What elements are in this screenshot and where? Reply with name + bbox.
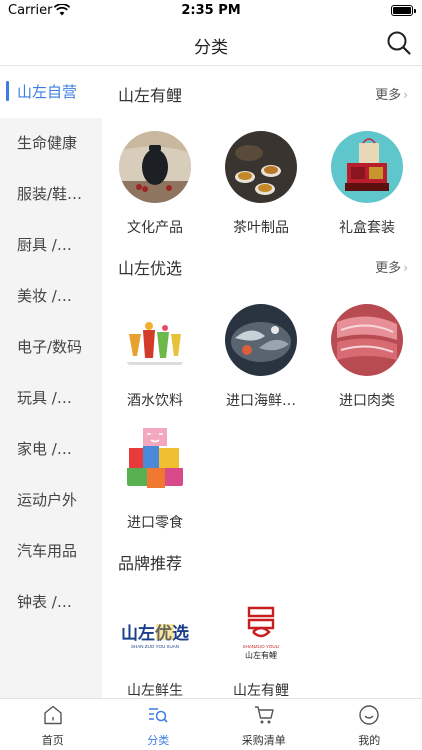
brand-logo: SHANZUO YOULI 山左有鲤 <box>221 596 301 668</box>
svg-text:山左优选: 山左优选 <box>121 623 189 643</box>
category-image <box>119 304 191 376</box>
navigation-bar: 分类 <box>0 22 422 66</box>
tab-bar: 首页 分类 采购清单 我的 <box>0 698 422 750</box>
tab-label: 采购清单 <box>241 734 286 747</box>
section-title: 山左有鲤 <box>118 86 183 105</box>
category-item[interactable]: 酒水饮料 <box>103 304 207 410</box>
status-bar: Carrier 2:35 PM <box>0 0 422 22</box>
category-label: 进口海鲜… <box>226 393 296 409</box>
svg-text:SHAN ZUO YOU XUAN: SHAN ZUO YOU XUAN <box>131 644 179 649</box>
sidebar-item-electronics[interactable]: 电子/数码 <box>0 322 102 373</box>
sidebar-item-appliances[interactable]: 家电 /… <box>0 424 102 475</box>
category-label: 文化产品 <box>127 220 183 236</box>
tab-category[interactable]: 分类 <box>106 699 212 750</box>
category-item[interactable]: 茶叶制品 <box>209 131 313 237</box>
category-image <box>119 426 191 498</box>
sidebar-item-health[interactable]: 生命健康 <box>0 118 102 169</box>
section-title: 山左优选 <box>118 259 183 278</box>
category-label: 进口零食 <box>127 515 183 531</box>
svg-text:山左有鲤: 山左有鲤 <box>245 650 277 660</box>
section-title: 品牌推荐 <box>118 554 183 573</box>
more-link[interactable]: 更多 › <box>375 257 408 276</box>
tab-purchase-list[interactable]: 采购清单 <box>211 699 317 750</box>
category-item[interactable]: 文化产品 <box>103 131 207 237</box>
sidebar-item-toys[interactable]: 玩具 /… <box>0 373 102 424</box>
tab-profile[interactable]: 我的 <box>317 699 422 750</box>
sidebar-item-kitchen[interactable]: 厨具 /… <box>0 220 102 271</box>
category-search-icon <box>149 708 168 723</box>
section-header: 山左优选 更多 › <box>118 253 408 278</box>
tab-home[interactable]: 首页 <box>0 699 106 750</box>
brand-label: 山左鲜生 <box>127 683 183 698</box>
category-label: 茶叶制品 <box>233 220 289 236</box>
category-label: 酒水饮料 <box>127 393 183 409</box>
sidebar-item-watches[interactable]: 钟表 /… <box>0 577 102 628</box>
status-time: 2:35 PM <box>181 3 241 18</box>
category-image <box>119 131 191 203</box>
category-image <box>225 304 297 376</box>
section-header: 品牌推荐 <box>118 548 408 573</box>
category-image <box>331 304 403 376</box>
sidebar-item-clothing[interactable]: 服装/鞋… <box>0 169 102 220</box>
category-label: 进口肉类 <box>339 393 395 409</box>
brand-logo: 山左优选 SHAN ZUO YOU XUAN <box>115 596 195 668</box>
chevron-right-icon: › <box>403 88 408 102</box>
sidebar-item-outdoor[interactable]: 运动户外 <box>0 475 102 526</box>
category-content: 山左有鲤 更多 › 文化产品 茶叶制品 礼盒套装 山左优选 更多 › 酒水饮料 … <box>102 67 422 698</box>
category-image <box>225 131 297 203</box>
smiley-icon <box>359 705 379 725</box>
svg-text:SHANZUO YOULI: SHANZUO YOULI <box>243 644 280 649</box>
tab-label: 分类 <box>147 734 170 747</box>
category-item[interactable]: 进口肉类 <box>315 304 419 410</box>
brand-label: 山左有鲤 <box>233 683 289 698</box>
brand-item[interactable]: SHANZUO YOULI 山左有鲤 山左有鲤 <box>209 596 313 698</box>
sidebar-item-auto[interactable]: 汽车用品 <box>0 526 102 577</box>
battery-icon <box>391 5 416 16</box>
more-link[interactable]: 更多 › <box>375 84 408 103</box>
brand-item[interactable]: 山左优选 SHAN ZUO YOU XUAN 山左鲜生 <box>103 596 207 698</box>
category-item[interactable]: 进口海鲜… <box>209 304 313 410</box>
cart-icon <box>254 706 274 724</box>
search-icon[interactable] <box>386 30 412 56</box>
page-title: 分类 <box>194 38 228 58</box>
home-icon <box>44 705 62 725</box>
tab-label: 我的 <box>358 734 381 747</box>
category-sidebar: 山左自营 生命健康 服装/鞋… 厨具 /… 美妆 /… 电子/数码 玩具 /… … <box>0 67 102 698</box>
category-item[interactable]: 礼盒套装 <box>315 131 419 237</box>
category-label: 礼盒套装 <box>339 220 395 236</box>
section-header: 山左有鲤 更多 › <box>118 80 408 105</box>
category-item[interactable]: 进口零食 <box>103 426 207 532</box>
category-image <box>331 131 403 203</box>
chevron-right-icon: › <box>403 261 408 275</box>
sidebar-item-self-operated[interactable]: 山左自营 <box>0 67 102 118</box>
tab-label: 首页 <box>41 734 64 747</box>
sidebar-item-beauty[interactable]: 美妆 /… <box>0 271 102 322</box>
